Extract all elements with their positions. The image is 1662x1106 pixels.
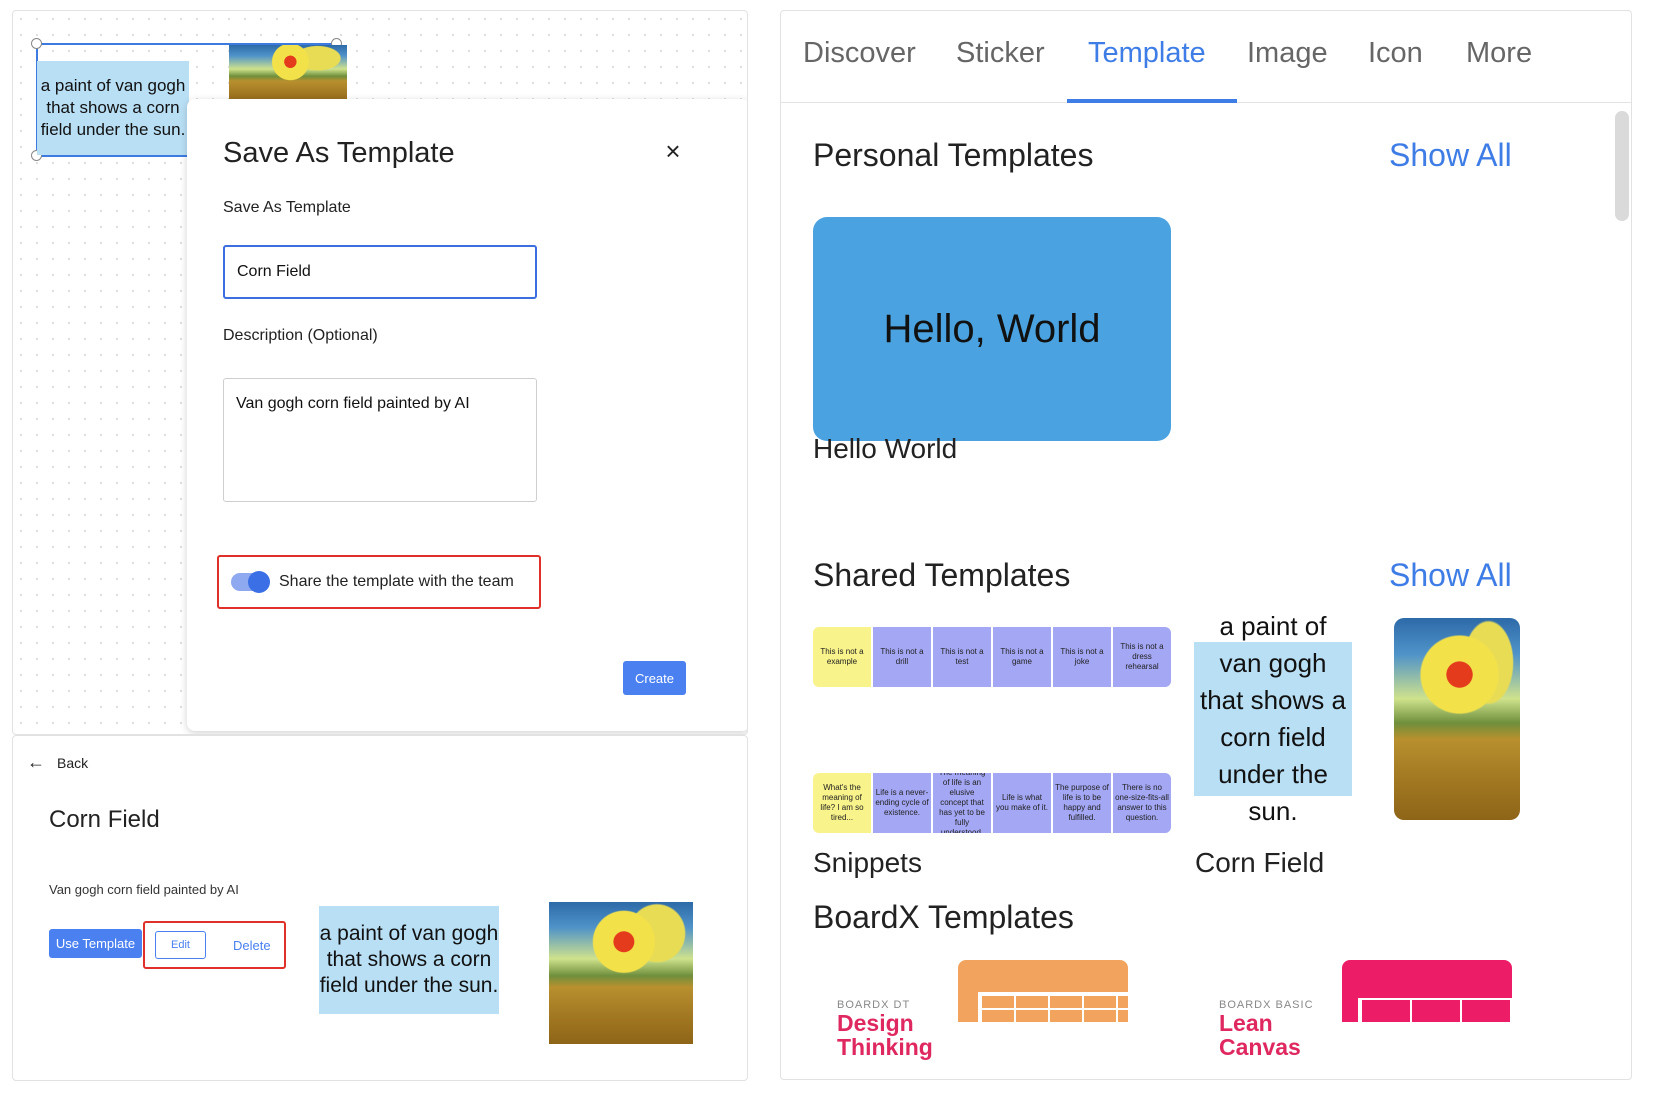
active-tab-indicator: [1067, 99, 1237, 103]
tab-more[interactable]: More: [1466, 37, 1532, 70]
tab-bar: Discover Sticker Template Image Icon Mor…: [781, 11, 1631, 103]
description-label: Description (Optional): [223, 327, 378, 344]
back-label: Back: [57, 754, 89, 771]
template-description: Van gogh corn field painted by AI: [49, 882, 239, 897]
scrollbar-thumb[interactable]: [1615, 111, 1629, 221]
whiteboard-canvas[interactable]: a paint of van gogh that shows a corn fi…: [12, 10, 748, 735]
template-name-input[interactable]: [223, 245, 537, 299]
use-template-button[interactable]: Use Template: [49, 929, 142, 958]
tab-sticker[interactable]: Sticker: [956, 37, 1045, 70]
snippet-cell: This is not a dress rehearsal: [1113, 627, 1171, 687]
tab-template[interactable]: Template: [1088, 37, 1206, 70]
back-button[interactable]: ← Back: [27, 752, 88, 773]
snippet-cell: This is not a test: [933, 627, 991, 687]
shared-templates-heading: Shared Templates: [813, 557, 1071, 593]
template-preview-sticky: a paint of van gogh that shows a corn fi…: [319, 906, 499, 1014]
corn-field-template-sticky[interactable]: a paint of van gogh that shows a corn fi…: [1194, 611, 1352, 826]
edit-delete-highlight: Edit Delete: [143, 921, 286, 969]
tab-image[interactable]: Image: [1247, 37, 1328, 70]
save-as-template-dialog: Save As Template × Save As Template Desc…: [187, 99, 747, 731]
snippet-cell: This is not a example: [813, 627, 871, 687]
selection-bottom-edge: [37, 155, 187, 157]
snippet-cell: Life is a never-ending cycle of existenc…: [873, 773, 931, 833]
snippet-cell: There is no one-size-fits-all answer to …: [1113, 773, 1171, 833]
snippet-cell: This is not a joke: [1053, 627, 1111, 687]
hello-world-template-card[interactable]: Hello, World: [813, 217, 1171, 441]
template-browser-panel: Discover Sticker Template Image Icon Mor…: [780, 10, 1632, 1080]
share-toggle-row[interactable]: Share the template with the team: [217, 555, 541, 609]
lean-canvas-template-card[interactable]: BOARDX BASIC Lean Canvas: [1219, 999, 1359, 1071]
snippet-cell: The purpose of life is to be happy and f…: [1053, 773, 1111, 833]
arrow-left-icon: ←: [27, 752, 45, 772]
dialog-title: Save As Template: [223, 137, 455, 169]
close-icon[interactable]: ×: [659, 137, 687, 165]
design-thinking-thumbnail[interactable]: [958, 960, 1128, 1022]
canvas-van-gogh-image[interactable]: [229, 45, 347, 105]
template-preview-image: [549, 902, 693, 1044]
lean-canvas-thumbnail[interactable]: [1342, 960, 1512, 1022]
card-name: Design Thinking: [837, 1010, 933, 1060]
tab-discover[interactable]: Discover: [803, 37, 916, 70]
shared-show-all-link[interactable]: Show All: [1389, 557, 1512, 594]
canvas-sticky-note[interactable]: a paint of van gogh that shows a corn fi…: [37, 61, 189, 155]
snippet-cell: Life is what you make of it.: [993, 773, 1051, 833]
edit-button[interactable]: Edit: [155, 931, 206, 959]
personal-templates-heading: Personal Templates: [813, 137, 1094, 173]
tab-icon[interactable]: Icon: [1368, 37, 1423, 70]
create-button[interactable]: Create: [623, 661, 686, 695]
snippets-caption: Snippets: [813, 847, 922, 878]
canvas-grid: [1358, 998, 1512, 1022]
personal-show-all-link[interactable]: Show All: [1389, 137, 1512, 174]
share-toggle-switch[interactable]: [231, 571, 270, 593]
template-title: Corn Field: [49, 806, 160, 833]
boardx-templates-heading: BoardX Templates: [813, 899, 1074, 935]
description-textarea[interactable]: Van gogh corn field painted by AI: [223, 378, 537, 502]
share-toggle-label: Share the template with the team: [279, 573, 514, 590]
hello-world-caption: Hello World: [813, 433, 958, 464]
template-name-label: Save As Template: [223, 199, 351, 216]
template-detail-panel: ← Back Corn Field Van gogh corn field pa…: [12, 735, 748, 1081]
snippet-cell: This is not a drill: [873, 627, 931, 687]
snippet-cell: What's the meaning of life? I am so tire…: [813, 773, 871, 833]
snippets-row-1[interactable]: This is not a example This is not a dril…: [813, 627, 1171, 687]
design-thinking-template-card[interactable]: BOARDX DT Design Thinking: [837, 999, 977, 1071]
snippet-cell: The meaning of life is an elusive concep…: [933, 773, 991, 833]
corn-field-template-image[interactable]: [1394, 618, 1520, 820]
canvas-grid: [978, 992, 1128, 1022]
snippet-cell: This is not a game: [993, 627, 1051, 687]
resize-handle-top-left[interactable]: [31, 38, 42, 49]
snippets-row-2[interactable]: What's the meaning of life? I am so tire…: [813, 773, 1171, 833]
card-name: Lean Canvas: [1219, 1010, 1301, 1060]
delete-button[interactable]: Delete: [233, 931, 271, 959]
corn-field-caption: Corn Field: [1195, 847, 1325, 878]
